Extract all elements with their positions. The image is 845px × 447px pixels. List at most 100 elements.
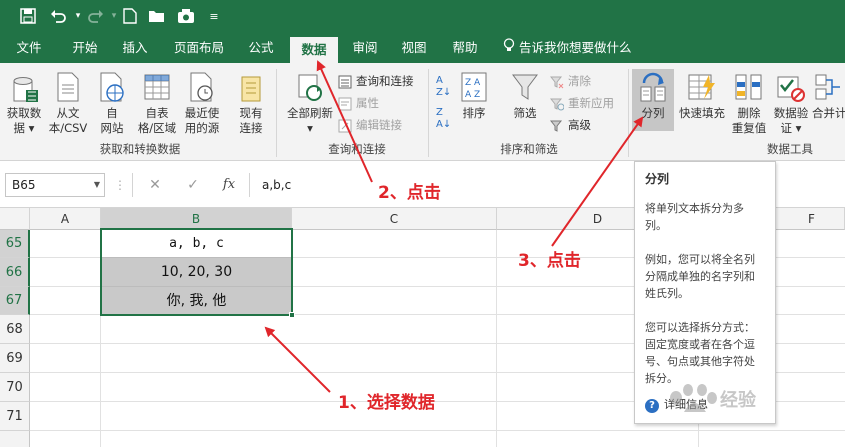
group-label-get-transform: 获取和转换数据: [99, 142, 181, 156]
text-to-columns-button[interactable]: 分列: [632, 69, 674, 131]
reapply-button[interactable]: 重新应用: [549, 93, 614, 113]
sort-button[interactable]: Z AA Z 排序: [456, 71, 492, 121]
tab-file[interactable]: 文件: [6, 33, 52, 63]
tab-review[interactable]: 审阅: [342, 33, 388, 63]
from-web-button[interactable]: 自 网站: [92, 71, 132, 136]
connections-icon: [241, 76, 261, 102]
baidu-watermark-logo: 经验: [670, 384, 757, 412]
tab-formulas[interactable]: 公式: [238, 33, 284, 63]
enter-check-icon[interactable]: ✓: [180, 173, 206, 197]
open-folder-icon[interactable]: [147, 6, 167, 26]
properties-button[interactable]: 属性: [338, 93, 379, 113]
group-separator: [628, 69, 629, 157]
row-header-69[interactable]: 69: [0, 344, 30, 373]
cell-b66[interactable]: 10, 20, 30: [101, 258, 292, 287]
tell-me-box[interactable]: 告诉我你想要做什么: [503, 33, 632, 63]
tab-page-layout[interactable]: 页面布局: [166, 33, 232, 63]
clear-filter-icon: [549, 75, 564, 89]
column-header-b[interactable]: B: [101, 208, 292, 230]
row-header-70[interactable]: 70: [0, 373, 30, 402]
flash-fill-button[interactable]: 快速填充: [676, 71, 728, 121]
row-header-67[interactable]: 67: [0, 287, 30, 315]
tooltip-example: 例如，您可以将全名列分隔成单独的名字列和姓氏列。: [645, 253, 755, 300]
tab-view[interactable]: 视图: [391, 33, 437, 63]
edit-links-button[interactable]: 编辑链接: [338, 115, 402, 135]
row-header-66[interactable]: 66: [0, 258, 30, 287]
annotation-step-3: 3、点击: [518, 251, 581, 271]
database-icon: [13, 77, 38, 102]
column-header-a[interactable]: A: [30, 208, 101, 230]
ribbon-tabs: 文件 开始 插入 页面布局 公式 数据 审阅 视图 帮助 告诉我你想要做什么: [0, 33, 845, 63]
new-file-icon[interactable]: [120, 6, 140, 26]
row-header-71[interactable]: 71: [0, 402, 30, 431]
consolidate-button[interactable]: 合并计: [812, 71, 845, 121]
select-all-corner[interactable]: [0, 208, 30, 230]
filter-button[interactable]: 筛选: [506, 71, 544, 121]
tab-help[interactable]: 帮助: [442, 33, 488, 63]
group-label-queries: 查询和连接: [328, 142, 386, 156]
customize-icon[interactable]: ≡: [204, 6, 224, 26]
recent-clock-icon: [190, 72, 213, 102]
table-icon: [144, 74, 170, 100]
web-page-icon: [100, 72, 124, 102]
cancel-icon[interactable]: ✕: [142, 173, 168, 197]
reapply-icon: [549, 97, 565, 111]
row-header-68[interactable]: 68: [0, 315, 30, 344]
redo-icon[interactable]: [86, 6, 106, 26]
from-table-range-button[interactable]: 自表 格/区域: [134, 71, 180, 136]
advanced-filter-icon: [549, 119, 564, 133]
tab-home[interactable]: 开始: [62, 33, 108, 63]
tooltip-description: 将单列文本拆分为多列。: [645, 202, 744, 232]
annotation-step-1: 1、选择数据: [338, 393, 435, 413]
data-validation-icon: [777, 76, 805, 102]
group-separator: [428, 69, 429, 157]
formula-input[interactable]: a,b,c: [262, 173, 291, 197]
remove-duplicates-button[interactable]: 删除 重复值: [728, 71, 770, 136]
refresh-all-button[interactable]: 全部刷新 ▾: [282, 71, 338, 136]
tell-me-label: 告诉我你想要做什么: [519, 40, 632, 55]
insert-function-icon[interactable]: fx: [216, 173, 242, 197]
tooltip-title: 分列: [645, 172, 670, 186]
remove-duplicates-icon: [735, 74, 762, 100]
name-box[interactable]: B65 ▼: [5, 173, 105, 197]
chevron-down-icon[interactable]: ▼: [94, 174, 100, 196]
from-text-csv-button[interactable]: 从文 本/CSV: [46, 71, 90, 136]
camera-icon[interactable]: [176, 6, 196, 26]
undo-dropdown-icon[interactable]: ▾: [68, 6, 88, 26]
svg-text:A Z: A Z: [465, 90, 480, 100]
refresh-icon: [298, 74, 322, 101]
clear-filter-button[interactable]: 清除: [549, 71, 591, 91]
existing-connections-button[interactable]: 现有 连接: [232, 71, 270, 136]
flash-fill-icon: [688, 74, 715, 100]
data-validation-button[interactable]: 数据验 证 ▾: [770, 71, 812, 136]
properties-icon: [338, 97, 352, 111]
divider: [132, 173, 133, 197]
query-list-icon: [338, 75, 352, 89]
svg-text:Z A: Z A: [465, 78, 481, 88]
group-label-data-tools: 数据工具: [767, 142, 813, 156]
recent-sources-button[interactable]: 最近使 用的源: [180, 71, 224, 136]
row-header-72[interactable]: [0, 431, 30, 447]
group-separator: [276, 69, 277, 157]
text-file-icon: [57, 72, 79, 102]
save-icon[interactable]: [18, 6, 38, 26]
sort-za-icon[interactable]: Z A↓: [436, 107, 451, 131]
cell-b67[interactable]: 你, 我, 他: [101, 287, 292, 315]
tab-insert[interactable]: 插入: [112, 33, 158, 63]
title-bar: ▾ ▾ ≡: [0, 0, 845, 33]
lightbulb-icon: [503, 34, 515, 64]
column-header-c[interactable]: C: [292, 208, 497, 230]
ribbon: 获取数 据 ▾ 从文 本/CSV 自 网站 自表 格/区域 最近使 用的源 现有…: [0, 63, 845, 161]
tab-data[interactable]: 数据: [290, 37, 338, 63]
get-data-button[interactable]: 获取数 据 ▾: [4, 71, 44, 136]
resize-handle-icon[interactable]: ⋮: [114, 173, 126, 197]
undo-icon[interactable]: [48, 6, 68, 26]
queries-connections-button[interactable]: 查询和连接: [338, 71, 414, 91]
link-icon: [338, 119, 352, 133]
cell-b65[interactable]: a, b, c: [101, 230, 292, 258]
svg-text:经验: 经验: [720, 389, 757, 411]
sort-az-icon[interactable]: A Z↓: [436, 75, 451, 99]
consolidate-icon: [815, 74, 840, 100]
row-header-65[interactable]: 65: [0, 230, 30, 258]
advanced-filter-button[interactable]: 高级: [549, 115, 591, 135]
